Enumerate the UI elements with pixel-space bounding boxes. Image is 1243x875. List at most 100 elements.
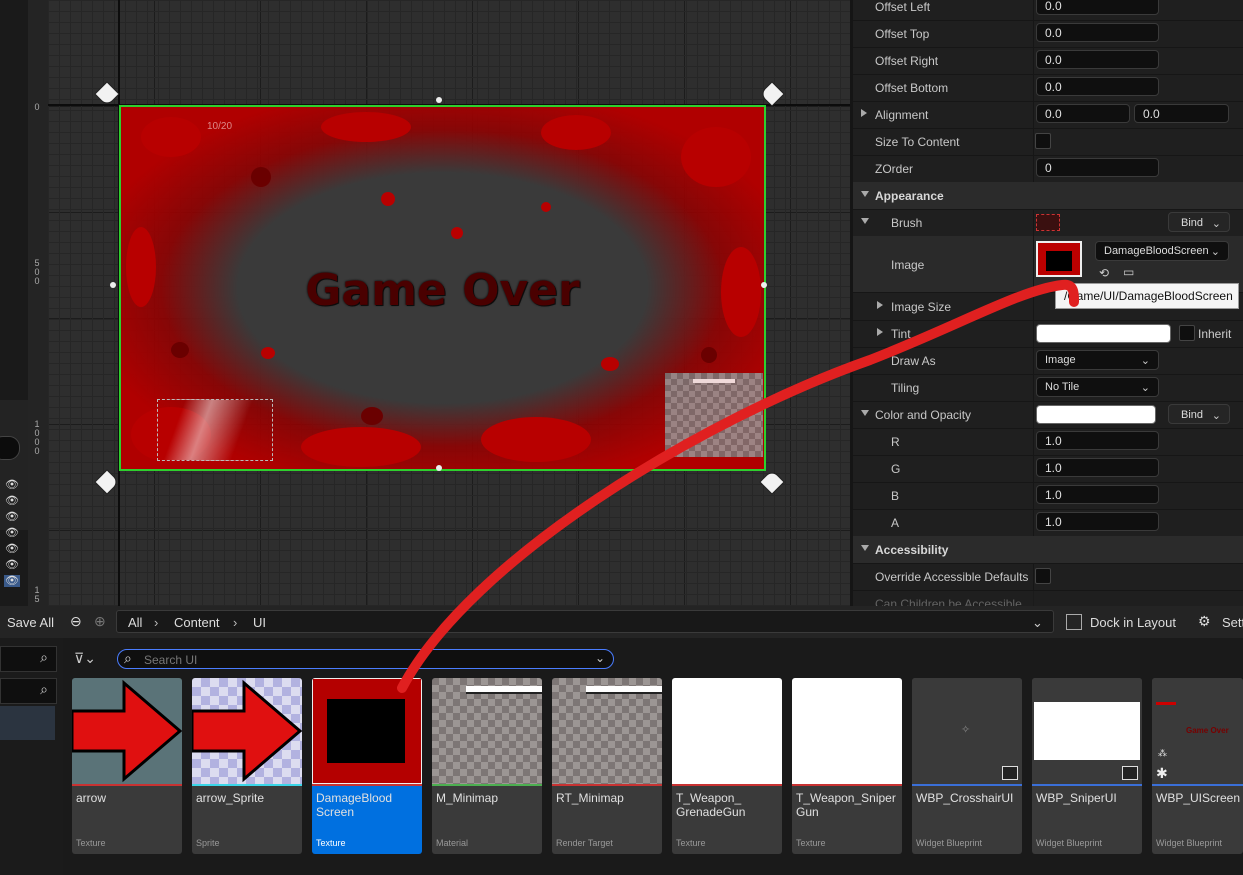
uiscreen-thumbnail: Game Over ⁂ ✱ xyxy=(1152,678,1243,784)
asset-tile-selected[interactable]: DamageBlood Screen Texture xyxy=(312,678,422,854)
section-appearance[interactable]: Appearance xyxy=(853,182,1243,210)
asset-tile[interactable]: Game Over ⁂ ✱ WBP_UIScreen Widget Bluepr… xyxy=(1152,678,1243,854)
expand-arrow-icon[interactable] xyxy=(861,109,867,117)
image-thumbnail[interactable] xyxy=(1036,241,1082,277)
chevron-down-icon[interactable]: ⌄ xyxy=(1032,615,1043,631)
collapse-arrow-icon[interactable] xyxy=(861,191,869,197)
save-all-button[interactable]: Save All xyxy=(7,615,54,630)
alignment-y-field[interactable]: 0.0 xyxy=(1134,104,1229,123)
search-input[interactable]: ⌕ Search UI ⌄ xyxy=(117,649,614,669)
asset-tile[interactable]: T_Weapon_Sniper Gun Texture xyxy=(792,678,902,854)
blood-screen-image-widget[interactable]: 10/20 Game Over xyxy=(119,105,766,471)
visibility-eye-icon[interactable]: 👁 xyxy=(4,479,20,491)
gear-icon[interactable]: ⚙ xyxy=(1198,613,1211,630)
search-icon: ⌕ xyxy=(124,650,132,666)
asset-tile[interactable]: arrow Texture xyxy=(72,678,182,854)
collapse-arrow-icon[interactable] xyxy=(861,545,869,551)
offset-left-field[interactable]: 0.0 xyxy=(1036,0,1159,15)
asset-tile[interactable]: T_Weapon_ GrenadeGun Texture xyxy=(672,678,782,854)
settings-button[interactable]: Sett xyxy=(1222,615,1243,630)
tiling-label: Tiling xyxy=(891,381,920,395)
visibility-eye-icon[interactable]: 👁 xyxy=(4,559,20,571)
asset-tile[interactable]: WBP_SniperUI Widget Blueprint xyxy=(1032,678,1142,854)
anchor-handle[interactable] xyxy=(759,469,785,495)
offset-top-field[interactable]: 0.0 xyxy=(1036,23,1159,42)
visibility-eye-icon[interactable]: 👁 xyxy=(4,543,20,555)
visibility-eye-icon[interactable]: 👁 xyxy=(4,527,20,539)
resize-handle[interactable] xyxy=(761,282,767,288)
selected-folder[interactable] xyxy=(0,706,55,740)
expand-arrow-icon[interactable] xyxy=(877,301,883,309)
dock-icon xyxy=(1066,614,1082,630)
accessibility-label: Accessibility xyxy=(875,543,949,557)
visibility-eye-icon[interactable]: 👁 xyxy=(4,495,20,507)
tint-color-field[interactable] xyxy=(1036,324,1171,343)
sources-search-input[interactable]: ⌕ xyxy=(0,646,57,672)
color-bind-button[interactable]: Bind ⌄ xyxy=(1168,404,1230,424)
override-accessible-checkbox[interactable] xyxy=(1035,568,1051,584)
search-icon: ⌕ xyxy=(40,681,48,697)
draw-as-dropdown[interactable]: Image ⌄ xyxy=(1036,350,1159,370)
collapse-arrow-icon[interactable] xyxy=(861,218,869,224)
search-icon: ⌕ xyxy=(40,649,48,665)
alignment-x-field[interactable]: 0.0 xyxy=(1036,104,1130,123)
a-field[interactable]: 1.0 xyxy=(1036,512,1159,531)
inherit-checkbox[interactable] xyxy=(1179,325,1195,341)
resize-handle[interactable] xyxy=(436,465,442,471)
zorder-field[interactable]: 0 xyxy=(1036,158,1159,177)
row-offset-top: Offset Top 0.0 xyxy=(853,20,1243,48)
visibility-eye-icon[interactable]: 👁 xyxy=(4,511,20,523)
minimap-material-thumbnail xyxy=(432,678,542,784)
chevron-right-icon: › xyxy=(233,615,238,630)
brush-bind-button[interactable]: Bind ⌄ xyxy=(1168,212,1230,232)
anchor-handle[interactable] xyxy=(759,81,785,107)
row-b: B 1.0 xyxy=(853,482,1243,510)
section-accessibility[interactable]: Accessibility xyxy=(853,536,1243,564)
asset-name: WBP_SniperUI xyxy=(1036,791,1117,805)
collapse-arrow-icon[interactable] xyxy=(861,410,869,416)
size-to-content-checkbox[interactable] xyxy=(1035,133,1051,149)
thumb-game-over-text: Game Over xyxy=(1186,726,1229,735)
expand-arrow-icon[interactable] xyxy=(877,328,883,336)
resize-handle[interactable] xyxy=(110,282,116,288)
row-brush: Brush Bind ⌄ xyxy=(853,209,1243,237)
asset-type: Widget Blueprint xyxy=(1156,838,1223,848)
g-field[interactable]: 1.0 xyxy=(1036,458,1159,477)
breadcrumb-item[interactable]: Content xyxy=(174,615,220,630)
filter-icon[interactable]: ⊽⌄ xyxy=(74,650,96,667)
visibility-eye-icon[interactable]: 👁 xyxy=(4,575,20,587)
image-asset-dropdown[interactable]: DamageBloodScreen ⌄ xyxy=(1095,241,1229,261)
chevron-down-icon[interactable]: ⌄ xyxy=(595,651,605,665)
sniper-ui-thumbnail xyxy=(1032,678,1142,784)
breadcrumb-item[interactable]: UI xyxy=(253,615,266,630)
color-opacity-field[interactable] xyxy=(1036,405,1156,424)
tiling-dropdown[interactable]: No Tile ⌄ xyxy=(1036,377,1159,397)
arrow-sprite-thumbnail xyxy=(192,678,302,784)
folder-icon[interactable]: ▭ xyxy=(1123,265,1134,279)
designer-canvas[interactable]: 10/20 Game Over xyxy=(48,0,850,606)
draw-as-label: Draw As xyxy=(891,354,936,368)
asset-tile[interactable]: ✧ WBP_CrosshairUI Widget Blueprint xyxy=(912,678,1022,854)
offset-right-field[interactable]: 0.0 xyxy=(1036,50,1159,69)
asset-name: WBP_CrosshairUI xyxy=(916,791,1014,805)
forward-arrow-icon[interactable]: ⊕ xyxy=(94,613,106,630)
anchor-handle[interactable] xyxy=(94,469,120,495)
asset-tile[interactable]: M_Minimap Material xyxy=(432,678,542,854)
asset-name: M_Minimap xyxy=(436,791,499,805)
blueprint-icon xyxy=(1122,766,1138,780)
dock-in-layout-button[interactable]: Dock in Layout xyxy=(1090,615,1176,630)
r-field[interactable]: 1.0 xyxy=(1036,431,1159,450)
browse-asset-icon[interactable]: ⟲ xyxy=(1099,266,1109,280)
collections-search-input[interactable]: ⌕ xyxy=(0,678,57,704)
anchor-handle[interactable] xyxy=(94,81,120,107)
resize-handle[interactable] xyxy=(436,97,442,103)
back-arrow-icon[interactable]: ⊖ xyxy=(70,613,82,630)
hierarchy-toggle-button[interactable] xyxy=(0,436,20,460)
asset-tile[interactable]: RT_Minimap Render Target xyxy=(552,678,662,854)
b-field[interactable]: 1.0 xyxy=(1036,485,1159,504)
asset-tile[interactable]: arrow_Sprite Sprite xyxy=(192,678,302,854)
breadcrumb-item[interactable]: All xyxy=(128,615,142,630)
offset-bottom-field[interactable]: 0.0 xyxy=(1036,77,1159,96)
asset-name: T_Weapon_ GrenadeGun xyxy=(676,791,746,819)
row-color-opacity: Color and Opacity Bind ⌄ xyxy=(853,401,1243,429)
